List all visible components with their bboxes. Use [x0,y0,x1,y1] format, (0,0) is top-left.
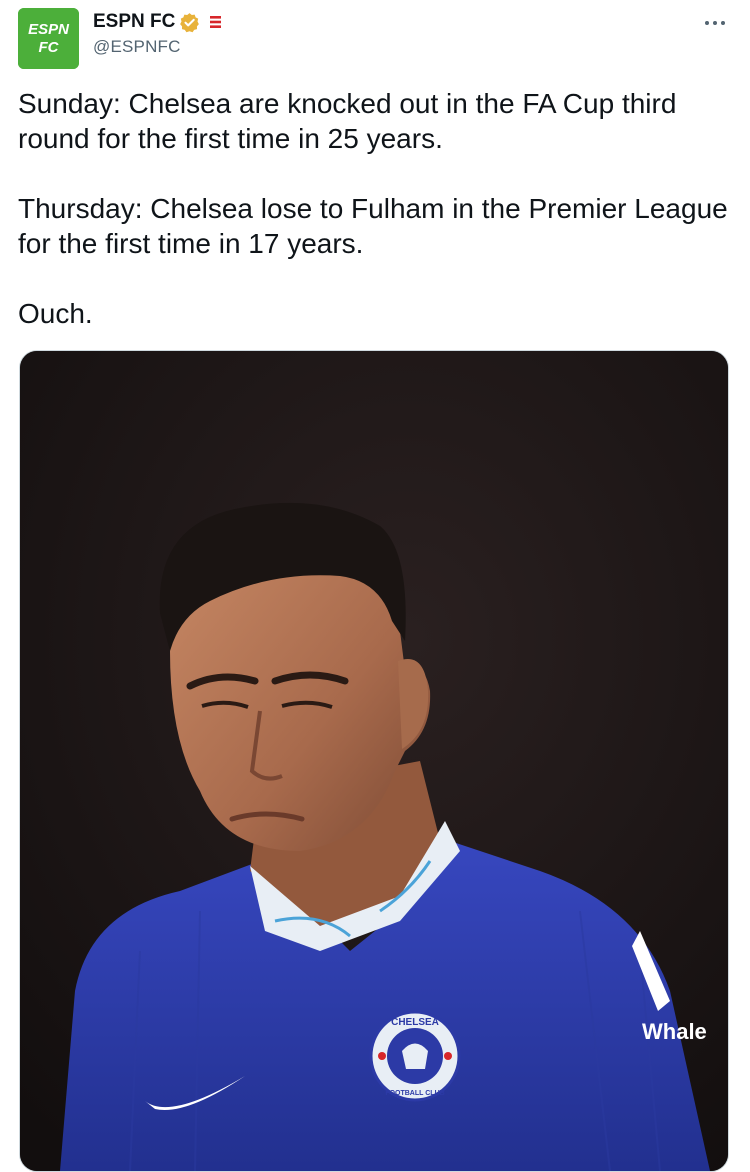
tweet-paragraph: Thursday: Chelsea lose to Fulham in the … [18,193,728,259]
display-name-row: ESPN FC [93,10,222,34]
more-options-icon [705,21,725,25]
avatar-text-top: ESPN [28,21,70,38]
verified-badge-icon [180,12,200,32]
tweet-media-photo[interactable]: CHELSEA FOOTBALL CLUB Whale [19,350,729,1172]
tweet-paragraph: Ouch. [18,298,93,329]
crest-text-top: CHELSEA [391,1017,439,1028]
handle[interactable]: @ESPNFC [93,37,222,57]
sponsor-text: Whale [642,1019,707,1044]
tweet-paragraph: Sunday: Chelsea are knocked out in the F… [18,88,677,154]
more-options-button[interactable] [702,10,728,36]
tweet-author: ESPN FC @ESPNFC [93,10,222,57]
avatar-text-bottom: FC [39,39,60,56]
tweet: ESPN FC ESPN FC @ESPNFC Sunday: Chelsea [0,0,750,1172]
crest-text-bottom: FOOTBALL CLUB [385,1090,444,1097]
display-name[interactable]: ESPN FC [93,11,175,33]
tweet-text: Sunday: Chelsea are knocked out in the F… [18,86,738,366]
player-photo: CHELSEA FOOTBALL CLUB Whale [20,351,728,1171]
espn-affiliate-icon[interactable] [210,15,222,29]
avatar[interactable]: ESPN FC [18,8,79,69]
